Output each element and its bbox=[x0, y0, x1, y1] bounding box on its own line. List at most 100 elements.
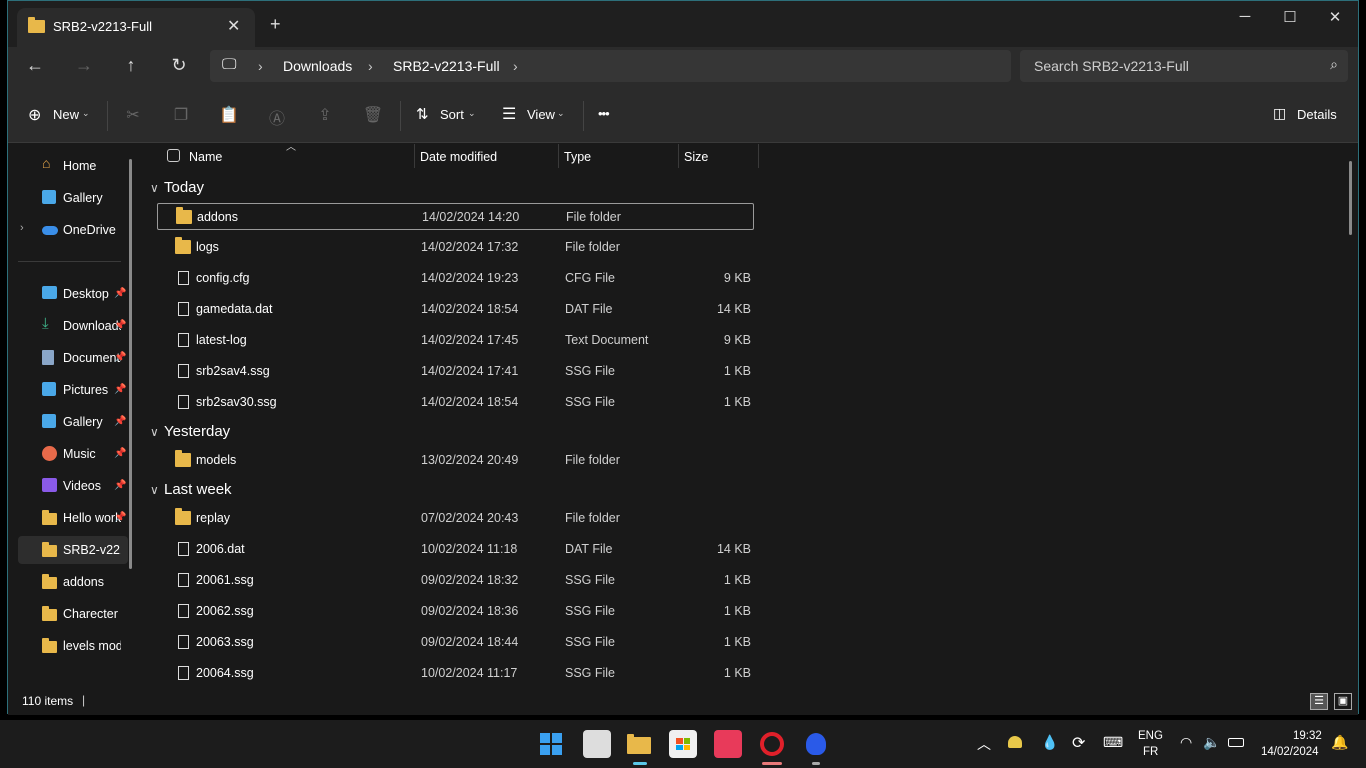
show-hidden-icons-icon[interactable]: ︿ bbox=[977, 734, 991, 754]
sidebar-item-documents[interactable]: Documents 📌 bbox=[18, 344, 128, 372]
content-scrollbar[interactable] bbox=[1349, 161, 1352, 235]
file-row[interactable]: 20061.ssg 09/02/2024 18:32 SSG File 1 KB bbox=[157, 567, 754, 594]
clock-date[interactable]: 14/02/2024 bbox=[1261, 746, 1319, 758]
more-options-button[interactable]: ••• bbox=[598, 106, 610, 121]
file-row[interactable]: 20063.ssg 09/02/2024 18:44 SSG File 1 KB bbox=[157, 629, 754, 656]
breadcrumb-srb2[interactable]: SRB2-v2213-Full bbox=[393, 58, 500, 74]
language-indicator[interactable]: ENG bbox=[1138, 730, 1163, 742]
cut-icon[interactable]: ✂ bbox=[122, 105, 144, 125]
chevron-down-icon[interactable]: ∨ bbox=[150, 425, 164, 439]
sidebar-item-desktop[interactable]: Desktop 📌 bbox=[18, 280, 128, 308]
sidebar-item-videos[interactable]: Videos 📌 bbox=[18, 472, 128, 500]
file-row[interactable]: srb2sav4.ssg 14/02/2024 17:41 SSG File 1 KB bbox=[157, 358, 754, 385]
close-tab-icon[interactable]: ✕ bbox=[227, 16, 240, 36]
keyboard-icon[interactable]: ⌨ bbox=[1103, 734, 1123, 751]
sidebar-scrollbar[interactable] bbox=[129, 159, 132, 569]
cursor-app-icon[interactable] bbox=[714, 730, 742, 758]
column-divider[interactable] bbox=[414, 144, 415, 168]
chevron-right-icon[interactable]: › bbox=[513, 58, 518, 74]
sidebar-item-addons[interactable]: addons bbox=[18, 568, 128, 596]
new-button[interactable]: New bbox=[53, 107, 79, 122]
share-icon[interactable]: ⇪ bbox=[314, 105, 336, 125]
file-row[interactable]: gamedata.dat 14/02/2024 18:54 DAT File 14 K… bbox=[157, 296, 754, 323]
wifi-icon[interactable]: ◠ bbox=[1180, 734, 1192, 751]
sidebar-item-home[interactable]: ⌂ Home bbox=[18, 152, 128, 180]
sidebar-item-downloads[interactable]: ⤓ Downloads 📌 bbox=[18, 312, 128, 340]
start-button[interactable] bbox=[537, 730, 565, 758]
sidebar-item-charecter-mods[interactable]: Charecter mods bbox=[18, 600, 128, 628]
drop-icon[interactable]: 💧 bbox=[1041, 734, 1058, 751]
pin-icon[interactable]: 📌 bbox=[114, 480, 126, 491]
column-header-size[interactable]: Size bbox=[684, 150, 708, 174]
file-row[interactable]: logs 14/02/2024 17:32 File folder bbox=[157, 234, 754, 261]
chevron-down-icon[interactable]: ⌄ bbox=[557, 108, 565, 119]
pin-icon[interactable]: 📌 bbox=[114, 416, 126, 427]
task-view-icon[interactable] bbox=[583, 730, 611, 758]
pin-icon[interactable]: 📌 bbox=[114, 512, 126, 523]
group-header-today[interactable]: ∨ Today bbox=[150, 179, 204, 196]
details-button[interactable]: Details bbox=[1297, 107, 1337, 122]
chevron-down-icon[interactable]: ∨ bbox=[150, 181, 164, 195]
pin-icon[interactable]: 📌 bbox=[114, 384, 126, 395]
opera-icon[interactable] bbox=[758, 730, 786, 765]
sidebar-item-gallery-pinned[interactable]: Gallery 📌 bbox=[18, 408, 128, 436]
address-bar[interactable]: 🖵 › Downloads › SRB2-v2213-Full › bbox=[210, 50, 1011, 82]
group-header-yesterday[interactable]: ∨ Yesterday bbox=[150, 423, 230, 440]
column-divider[interactable] bbox=[678, 144, 679, 168]
column-divider[interactable] bbox=[758, 144, 759, 168]
file-row[interactable]: latest-log 14/02/2024 17:45 Text Document 9… bbox=[157, 327, 754, 354]
column-header-name[interactable]: Name bbox=[189, 150, 222, 174]
file-explorer-taskbar-icon[interactable] bbox=[625, 730, 653, 765]
delete-icon[interactable]: 🗑 bbox=[362, 105, 384, 125]
chevron-down-icon[interactable]: ⌄ bbox=[82, 108, 90, 119]
file-row[interactable]: config.cfg 14/02/2024 19:23 CFG File 9 KB bbox=[157, 265, 754, 292]
close-window-icon[interactable]: ✕ bbox=[1323, 8, 1347, 26]
new-tab-icon[interactable]: + bbox=[270, 14, 281, 35]
paste-icon[interactable]: 📋 bbox=[218, 105, 240, 125]
pin-icon[interactable]: 📌 bbox=[114, 320, 126, 331]
chevron-right-icon[interactable]: › bbox=[20, 222, 24, 234]
up-icon[interactable]: ↑ bbox=[117, 55, 145, 76]
file-row[interactable]: models 13/02/2024 20:49 File folder bbox=[157, 447, 754, 474]
sidebar-item-music[interactable]: Music 📌 bbox=[18, 440, 128, 468]
notification-icon[interactable]: 🔔 bbox=[1331, 734, 1348, 751]
pin-icon[interactable]: 📌 bbox=[114, 288, 126, 299]
file-row[interactable]: srb2sav30.ssg 14/02/2024 18:54 SSG File 1 K… bbox=[157, 389, 754, 416]
pin-icon[interactable]: 📌 bbox=[114, 352, 126, 363]
store-icon[interactable] bbox=[669, 730, 697, 758]
details-pane-icon[interactable]: ◫ bbox=[1273, 105, 1286, 122]
column-divider[interactable] bbox=[558, 144, 559, 168]
chevron-right-icon[interactable]: › bbox=[258, 58, 263, 74]
forward-icon[interactable]: → bbox=[70, 55, 98, 76]
breadcrumb-downloads[interactable]: Downloads bbox=[283, 58, 352, 74]
sort-button[interactable]: Sort bbox=[440, 107, 464, 122]
pin-icon[interactable]: 📌 bbox=[114, 448, 126, 459]
onedrive-tray-icon[interactable] bbox=[1008, 736, 1022, 748]
file-row[interactable]: replay 07/02/2024 20:43 File folder bbox=[157, 505, 754, 532]
maximize-icon[interactable]: ☐ bbox=[1278, 8, 1302, 26]
volume-icon[interactable]: 🔈 bbox=[1203, 734, 1220, 751]
rename-icon[interactable]: Ⓐ bbox=[266, 105, 288, 129]
chevron-down-icon[interactable]: ∨ bbox=[150, 483, 164, 497]
tiles-view-icon[interactable]: ▣ bbox=[1334, 693, 1352, 710]
chevron-right-icon[interactable]: › bbox=[368, 58, 373, 74]
view-icon[interactable]: ☰ bbox=[502, 104, 516, 124]
sidebar-item-gallery[interactable]: Gallery bbox=[18, 184, 128, 212]
srb2-icon[interactable] bbox=[802, 730, 830, 765]
sidebar-item-srb2[interactable]: SRB2-v2213-Full bbox=[18, 536, 128, 564]
keyboard-layout-indicator[interactable]: FR bbox=[1143, 746, 1158, 758]
sort-icon[interactable]: ⇅ bbox=[416, 105, 429, 123]
clock-time[interactable]: 19:32 bbox=[1293, 730, 1322, 742]
sidebar-item-hello-world[interactable]: Hello world 📌 bbox=[18, 504, 128, 532]
group-header-last-week[interactable]: ∨ Last week bbox=[150, 481, 232, 498]
column-header-type[interactable]: Type bbox=[564, 150, 591, 174]
file-row[interactable]: 2006.dat 10/02/2024 11:18 DAT File 14 KB bbox=[157, 536, 754, 563]
chevron-down-icon[interactable]: ⌄ bbox=[468, 108, 476, 119]
select-all-checkbox[interactable] bbox=[167, 149, 180, 162]
copy-icon[interactable]: ❐ bbox=[170, 105, 192, 125]
tab-srb2[interactable]: SRB2-v2213-Full ✕ bbox=[17, 8, 255, 47]
sync-icon[interactable]: ⟳ bbox=[1072, 733, 1085, 753]
file-row[interactable]: addons 14/02/2024 14:20 File folder bbox=[157, 203, 754, 230]
minimize-icon[interactable]: ─ bbox=[1233, 8, 1257, 25]
search-input[interactable]: Search SRB2-v2213-Full ⌕ bbox=[1020, 50, 1348, 82]
